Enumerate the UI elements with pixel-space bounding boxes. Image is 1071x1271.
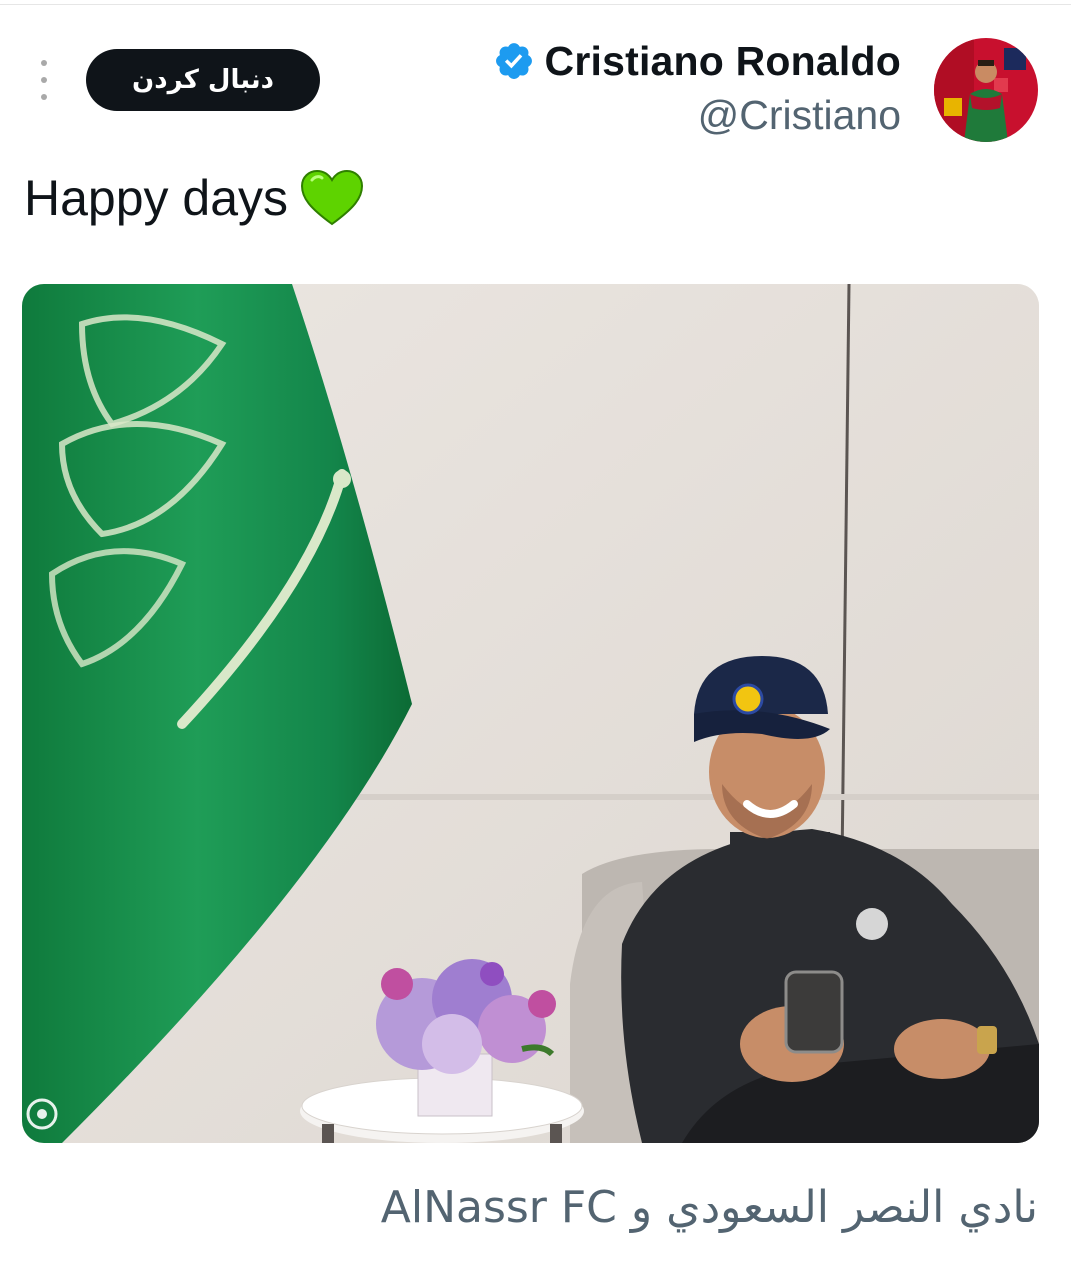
green-heart-icon xyxy=(301,169,364,226)
dot xyxy=(41,60,47,66)
more-options-icon[interactable] xyxy=(36,60,52,100)
verified-badge-icon xyxy=(495,43,532,79)
avatar[interactable] xyxy=(934,38,1038,142)
avatar-image xyxy=(934,38,1038,142)
user-info: Cristiano Ronaldo @Cristiano xyxy=(493,34,901,139)
tweet-text-content: Happy days xyxy=(24,170,289,226)
name-row: Cristiano Ronaldo xyxy=(493,34,901,88)
media-caption[interactable]: نادي النصر السعودي و AlNassr FC xyxy=(381,1182,1038,1233)
user-handle[interactable]: @Cristiano xyxy=(493,92,901,139)
dot xyxy=(41,77,47,83)
display-name[interactable]: Cristiano Ronaldo xyxy=(545,38,901,85)
photo-ronaldo-flag xyxy=(22,284,1039,1143)
tweet-media[interactable] xyxy=(22,284,1039,1143)
tweet-text: Happy days xyxy=(24,168,364,228)
dot xyxy=(41,94,47,100)
follow-button[interactable]: دنبال کردن xyxy=(86,49,320,111)
top-divider xyxy=(0,4,1071,5)
